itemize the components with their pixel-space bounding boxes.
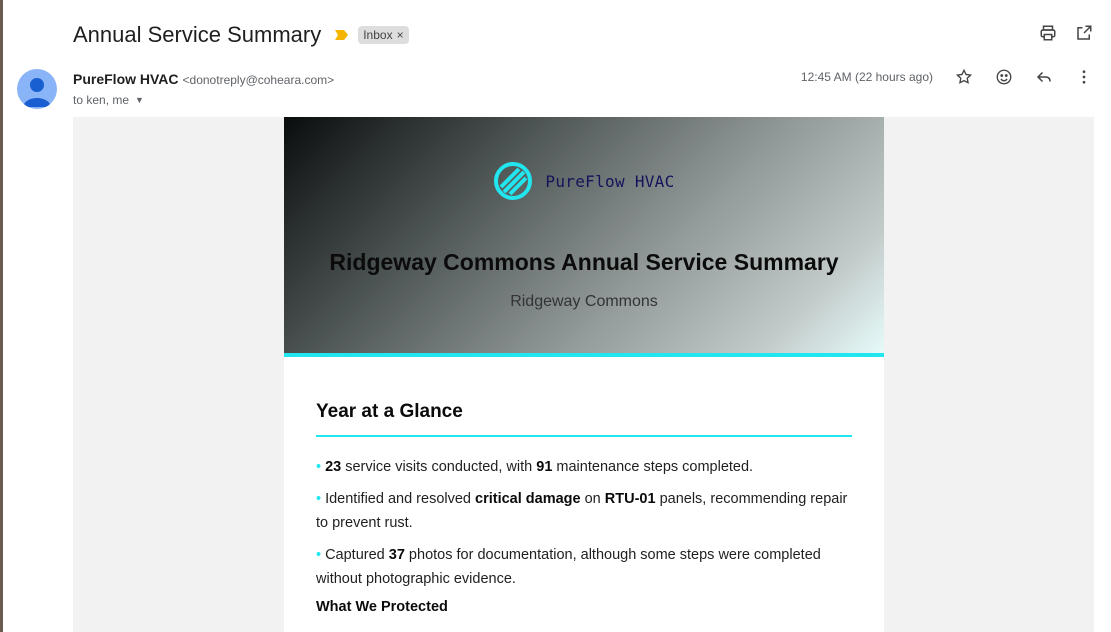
top-actions bbox=[1039, 24, 1093, 42]
sender-block: PureFlow HVAC <donotreply@coheara.com> t… bbox=[73, 71, 334, 107]
section-title: Year at a Glance bbox=[316, 401, 852, 437]
avatar[interactable] bbox=[17, 69, 57, 109]
sender-name[interactable]: PureFlow HVAC bbox=[73, 71, 179, 87]
email-subtitle: Ridgeway Commons bbox=[510, 293, 658, 310]
open-in-new-icon[interactable] bbox=[1075, 24, 1093, 42]
print-icon[interactable] bbox=[1039, 24, 1057, 42]
message-meta: 12:45 AM (22 hours ago) bbox=[801, 68, 1093, 86]
show-details-icon[interactable]: ▼ bbox=[135, 95, 144, 105]
reply-icon[interactable] bbox=[1035, 68, 1053, 86]
item-text: maintenance steps completed. bbox=[552, 459, 754, 475]
highlight-text: RTU-01 bbox=[604, 491, 656, 507]
label-text: Inbox bbox=[363, 28, 393, 42]
highlight-text: 23 bbox=[325, 459, 342, 475]
item-text: Captured bbox=[325, 547, 389, 563]
highlight-text: 37 bbox=[388, 547, 405, 563]
summary-item: • Captured 37 photos for documentation, a… bbox=[316, 543, 852, 591]
sender-email: <donotreply@coheara.com> bbox=[182, 73, 335, 87]
email-content: Year at a Glance • 23 service visits cond… bbox=[284, 357, 884, 615]
star-icon[interactable] bbox=[955, 68, 973, 86]
importance-marker-icon[interactable] bbox=[335, 30, 349, 40]
highlight-text: critical damage bbox=[475, 491, 581, 507]
recipients: to ken, me bbox=[73, 93, 130, 107]
highlight-text: 91 bbox=[536, 459, 553, 475]
bullet-icon: • bbox=[316, 491, 322, 507]
inbox-label-chip[interactable]: Inbox × bbox=[358, 26, 409, 44]
email-title: Ridgeway Commons Annual Service Summary bbox=[329, 249, 839, 275]
pureflow-logo-icon bbox=[494, 162, 533, 200]
summary-item: • 23 service visits conducted, with 91 ma… bbox=[316, 455, 852, 479]
window-edge bbox=[0, 0, 3, 632]
remove-label-icon[interactable]: × bbox=[397, 28, 404, 42]
brand-name: PureFlow HVAC bbox=[545, 171, 675, 191]
email-hero: PureFlow HVAC Ridgeway Commons Annual Se… bbox=[284, 117, 884, 353]
emoji-icon[interactable] bbox=[995, 68, 1013, 86]
timestamp: 12:45 AM (22 hours ago) bbox=[800, 70, 933, 84]
item-text: on bbox=[580, 491, 605, 507]
email-card: PureFlow HVAC Ridgeway Commons Annual Se… bbox=[284, 117, 884, 632]
item-text: service visits conducted, with bbox=[341, 459, 537, 475]
subject-row: Annual Service Summary Inbox × bbox=[73, 20, 409, 50]
bullet-icon: • bbox=[316, 547, 322, 563]
email-subject: Annual Service Summary bbox=[73, 22, 322, 47]
bullet-icon: • bbox=[316, 459, 322, 475]
more-vert-icon[interactable] bbox=[1075, 68, 1093, 86]
section-subtitle: What We Protected bbox=[316, 599, 448, 615]
email-body-canvas: PureFlow HVAC Ridgeway Commons Annual Se… bbox=[73, 117, 1094, 632]
summary-item: • Identified and resolved critical damage… bbox=[316, 487, 852, 535]
item-text: Identified and resolved bbox=[325, 491, 476, 507]
brand-logo: PureFlow HVAC bbox=[284, 161, 884, 201]
summary-list: • 23 service visits conducted, with 91 ma… bbox=[316, 455, 852, 591]
